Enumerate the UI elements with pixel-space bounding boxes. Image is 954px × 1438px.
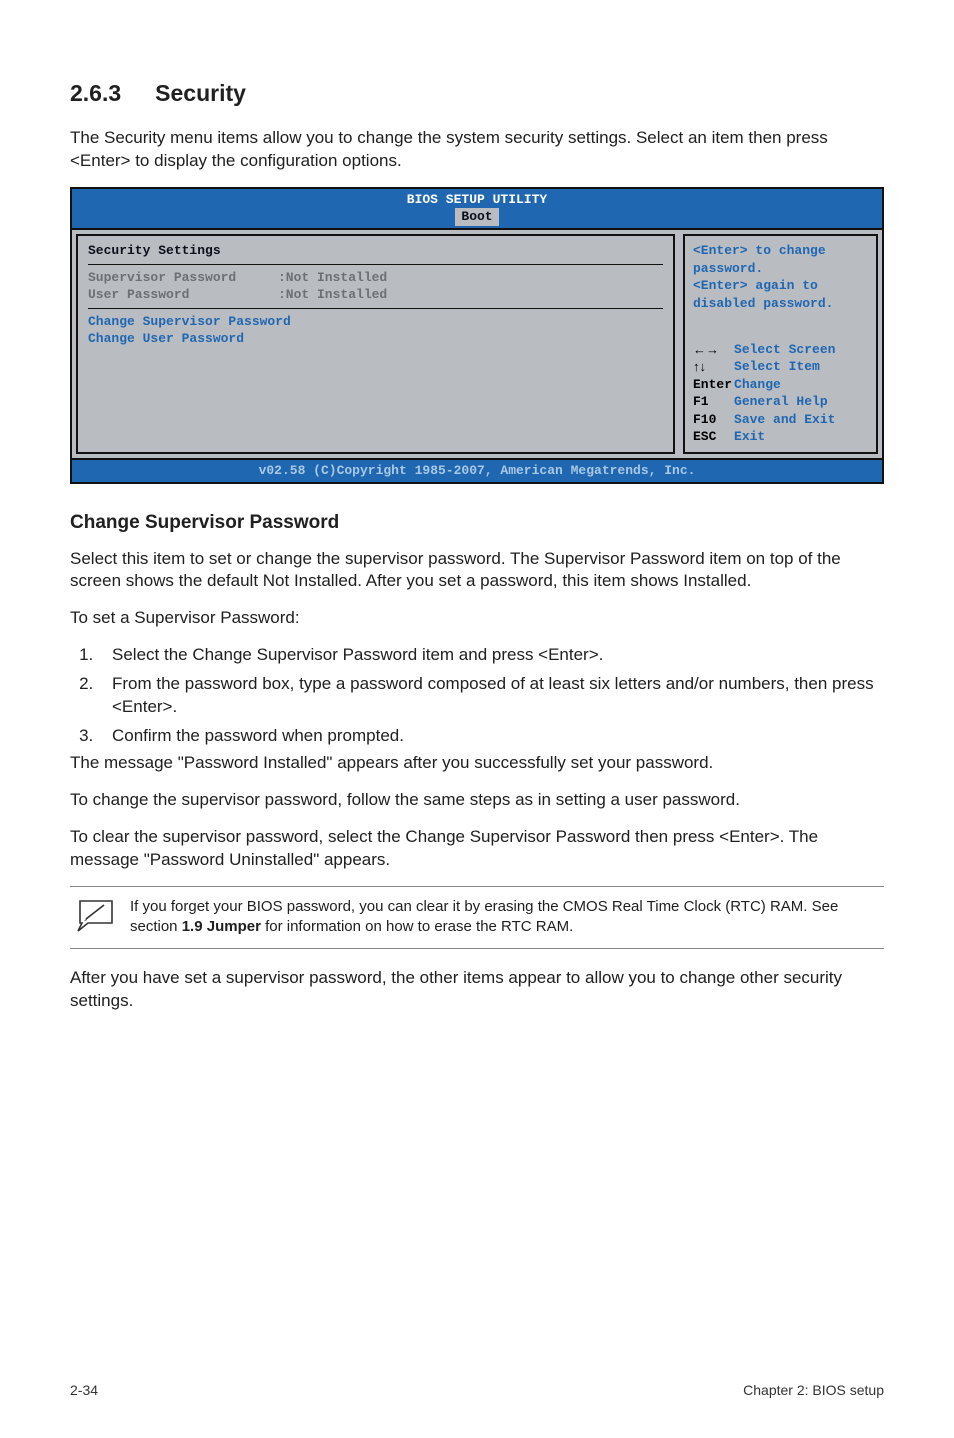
- bios-row-user: User Password :Not Installed: [88, 286, 663, 304]
- bios-footer: v02.58 (C)Copyright 1985-2007, American …: [72, 458, 882, 482]
- bios-supervisor-value: :Not Installed: [278, 269, 387, 287]
- bios-nav-label: General Help: [734, 393, 868, 411]
- bios-right-pane: <Enter> to change password. <Enter> agai…: [683, 234, 878, 454]
- bios-screenshot: BIOS SETUP UTILITY Boot Security Setting…: [70, 187, 884, 484]
- bios-nav-key: Enter: [693, 376, 734, 394]
- bios-nav-key: ↑↓: [693, 358, 734, 376]
- bios-tab-row: Boot: [72, 208, 882, 228]
- chapter-label: Chapter 2: BIOS setup: [743, 1382, 884, 1398]
- note-text: If you forget your BIOS password, you ca…: [130, 897, 880, 938]
- bios-security-settings-title: Security Settings: [88, 242, 663, 260]
- subsection-heading: Change Supervisor Password: [70, 512, 884, 534]
- list-item: Select the Change Supervisor Password it…: [98, 644, 884, 667]
- page-footer: 2-34 Chapter 2: BIOS setup: [70, 1382, 884, 1398]
- paragraph: The message "Password Installed" appears…: [70, 752, 884, 775]
- bios-left-pane: Security Settings Supervisor Password :N…: [76, 234, 675, 454]
- paragraph: Select this item to set or change the su…: [70, 548, 884, 594]
- bios-supervisor-label: Supervisor Password: [88, 269, 278, 287]
- paragraph: To change the supervisor password, follo…: [70, 789, 884, 812]
- bios-nav-key: F10: [693, 411, 734, 429]
- section-heading: 2.6.3 Security: [70, 80, 884, 107]
- bios-nav-table: ←→Select Screen ↑↓Select Item EnterChang…: [693, 341, 868, 446]
- bios-user-label: User Password: [88, 286, 278, 304]
- bios-row-supervisor: Supervisor Password :Not Installed: [88, 269, 663, 287]
- bios-nav-key: ESC: [693, 428, 734, 446]
- note-icon: [74, 897, 130, 938]
- intro-paragraph: The Security menu items allow you to cha…: [70, 127, 884, 173]
- ordered-list: Select the Change Supervisor Password it…: [70, 644, 884, 748]
- section-number: 2.6.3: [70, 80, 121, 107]
- section-title: Security: [155, 80, 246, 106]
- bios-nav-row: EnterChange: [693, 376, 868, 394]
- bios-nav-row: F1General Help: [693, 393, 868, 411]
- bios-change-supervisor: Change Supervisor Password: [88, 313, 663, 331]
- page-number: 2-34: [70, 1382, 98, 1398]
- paragraph: After you have set a supervisor password…: [70, 967, 884, 1013]
- bios-nav-label: Change: [734, 376, 868, 394]
- note-text-bold: 1.9 Jumper: [182, 918, 261, 935]
- paragraph: To set a Supervisor Password:: [70, 607, 884, 630]
- bios-nav-key: ←→: [693, 341, 734, 359]
- bios-title: BIOS SETUP UTILITY: [72, 189, 882, 209]
- bios-nav-row: F10Save and Exit: [693, 411, 868, 429]
- paragraph: To clear the supervisor password, select…: [70, 826, 884, 872]
- bios-tab-boot: Boot: [455, 208, 498, 226]
- bios-divider: [88, 264, 663, 265]
- note-text-post: for information on how to erase the RTC …: [261, 918, 573, 935]
- bios-nav-row: ↑↓Select Item: [693, 358, 868, 376]
- bios-change-user: Change User Password: [88, 330, 663, 348]
- bios-nav-label: Select Screen: [734, 341, 868, 359]
- note-box: If you forget your BIOS password, you ca…: [70, 886, 884, 949]
- bios-nav-label: Save and Exit: [734, 411, 868, 429]
- bios-nav-label: Select Item: [734, 358, 868, 376]
- bios-help-text: <Enter> to change password. <Enter> agai…: [693, 242, 868, 312]
- bios-nav-row: ←→Select Screen: [693, 341, 868, 359]
- bios-nav-row: ESCExit: [693, 428, 868, 446]
- bios-nav-label: Exit: [734, 428, 868, 446]
- list-item: From the password box, type a password c…: [98, 673, 884, 719]
- bios-divider: [88, 308, 663, 309]
- list-item: Confirm the password when prompted.: [98, 725, 884, 748]
- bios-user-value: :Not Installed: [278, 286, 387, 304]
- bios-nav-key: F1: [693, 393, 734, 411]
